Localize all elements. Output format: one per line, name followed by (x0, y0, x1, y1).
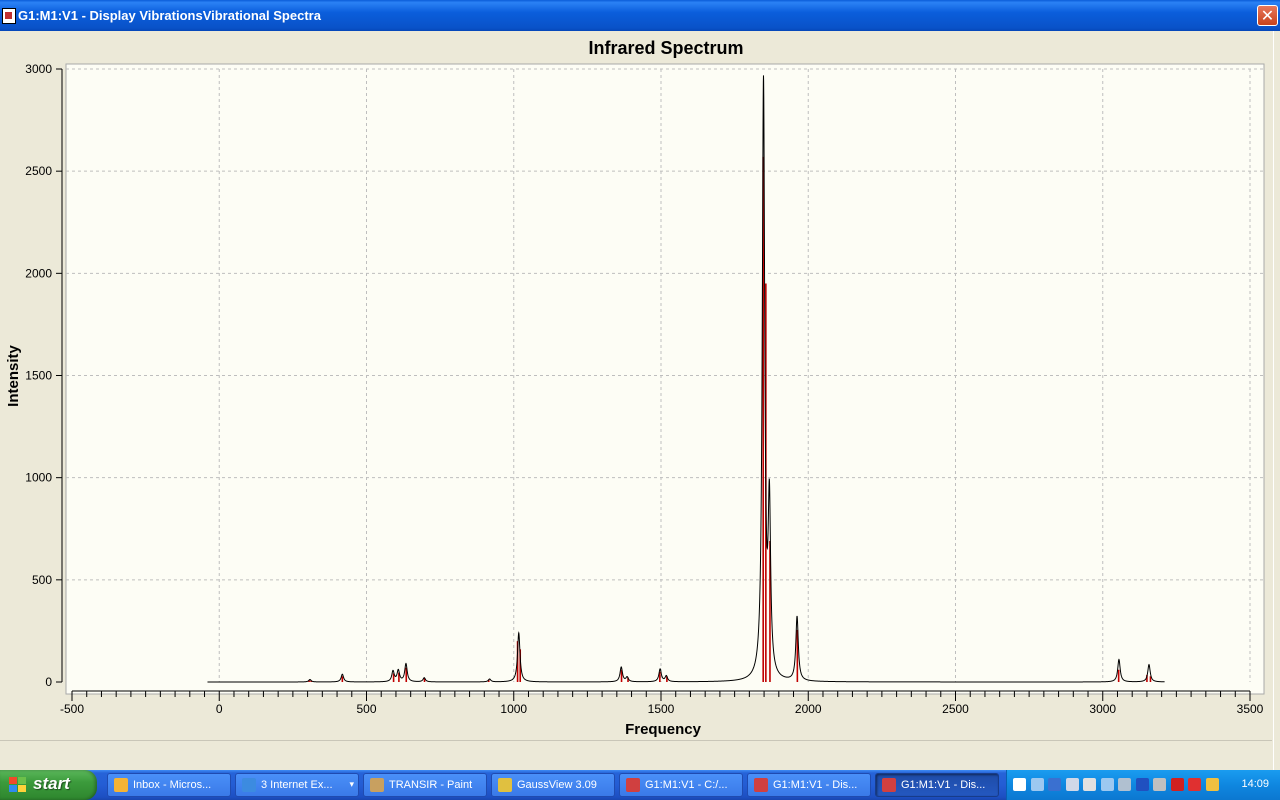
gaussview-icon (498, 778, 512, 792)
taskbar-button-6[interactable]: G1:M1:V1 - Dis... (875, 773, 999, 797)
internet-explorer-icon (242, 778, 256, 792)
taskbar-button-3[interactable]: GaussView 3.09 (491, 773, 615, 797)
taskbar-button-label: G1:M1:V1 - Dis... (901, 779, 986, 791)
system-tray: 14:09 (1006, 770, 1280, 800)
bluetooth-icon[interactable] (1135, 778, 1149, 791)
security-icon[interactable] (1170, 778, 1184, 791)
y-tick-label: 3000 (25, 62, 52, 76)
taskbar-button-label: TRANSIR - Paint (389, 779, 473, 791)
network-icon[interactable] (1065, 778, 1079, 791)
y-tick-label: 1000 (25, 471, 52, 485)
taskbar-button-4[interactable]: G1:M1:V1 - C:/... (619, 773, 743, 797)
network-icon[interactable] (1030, 778, 1044, 791)
taskbar-button-1[interactable]: 3 Internet Ex... ▾ (235, 773, 359, 797)
x-tick-label: 2000 (795, 702, 822, 716)
chevron-down-icon: ▾ (349, 779, 354, 789)
help-icon[interactable] (1013, 778, 1026, 791)
back-arrow-icon[interactable] (1048, 778, 1061, 791)
window-title-bar[interactable]: G1:M1:V1 - Display VibrationsVibrational… (0, 0, 1280, 31)
x-tick-label: 3500 (1237, 702, 1264, 716)
app-icon (2, 8, 16, 24)
x-tick-label: 0 (216, 702, 223, 716)
x-tick-label: 1000 (500, 702, 527, 716)
taskbar-button-label: G1:M1:V1 - Dis... (773, 779, 858, 791)
start-button[interactable]: start (0, 770, 97, 800)
x-tick-label: -500 (60, 702, 84, 716)
taskbar-button-2[interactable]: TRANSIR - Paint (363, 773, 487, 797)
gaussview-window-icon (626, 778, 640, 792)
y-tick-label: 0 (45, 675, 52, 689)
y-tick-label: 2000 (25, 266, 52, 280)
infrared-spectrum-chart[interactable]: Infrared Spectrum -500 0 500 1000 1500 2000 25… (0, 31, 1272, 740)
usb-icon[interactable] (1153, 778, 1166, 791)
email-client-icon (114, 778, 128, 792)
y-tick-label: 500 (32, 573, 52, 587)
chart-title: Infrared Spectrum (588, 38, 743, 58)
y-tick-label: 1500 (25, 369, 52, 383)
y-axis-label: Intensity (5, 345, 22, 407)
plot-area (65, 63, 1265, 695)
x-tick-label: 3000 (1089, 702, 1116, 716)
taskbar: start Inbox - Micros... 3 Internet Ex... ▾… (0, 770, 1280, 800)
paint-icon (370, 778, 384, 792)
taskbar-button-5[interactable]: G1:M1:V1 - Dis... (747, 773, 871, 797)
taskbar-button-label: GaussView 3.09 (517, 779, 597, 791)
close-button[interactable]: ✕ (1257, 5, 1278, 26)
y-tick-label: 2500 (25, 164, 52, 178)
taskbar-button-label: 3 Internet Ex... (261, 779, 333, 791)
x-tick-label: 2500 (942, 702, 969, 716)
taskbar-button-label: G1:M1:V1 - C:/... (645, 779, 728, 791)
gaussview-window-icon (754, 778, 768, 792)
x-axis-label: Frequency (625, 721, 702, 738)
clock: 14:09 (1241, 778, 1269, 790)
gaussview-window-icon (882, 778, 896, 792)
window-right-edge (1273, 31, 1280, 772)
windows-logo-icon (9, 777, 27, 793)
window-title: G1:M1:V1 - Display VibrationsVibrational… (18, 8, 321, 23)
shield-icon[interactable] (1188, 778, 1201, 791)
safely-remove-icon[interactable] (1205, 778, 1219, 791)
settings-icon[interactable] (1118, 778, 1131, 791)
printer-icon[interactable] (1083, 778, 1096, 791)
taskbar-button-label: Inbox - Micros... (133, 779, 212, 791)
start-label: start (33, 774, 70, 793)
taskbar-button-0[interactable]: Inbox - Micros... (107, 773, 231, 797)
x-tick-label: 1500 (648, 702, 675, 716)
status-bar (0, 740, 1272, 769)
network-icon[interactable] (1100, 778, 1114, 791)
plot-panel: Infrared Spectrum -500 0 500 1000 1500 2000 25… (0, 31, 1272, 740)
x-tick-label: 500 (356, 702, 376, 716)
